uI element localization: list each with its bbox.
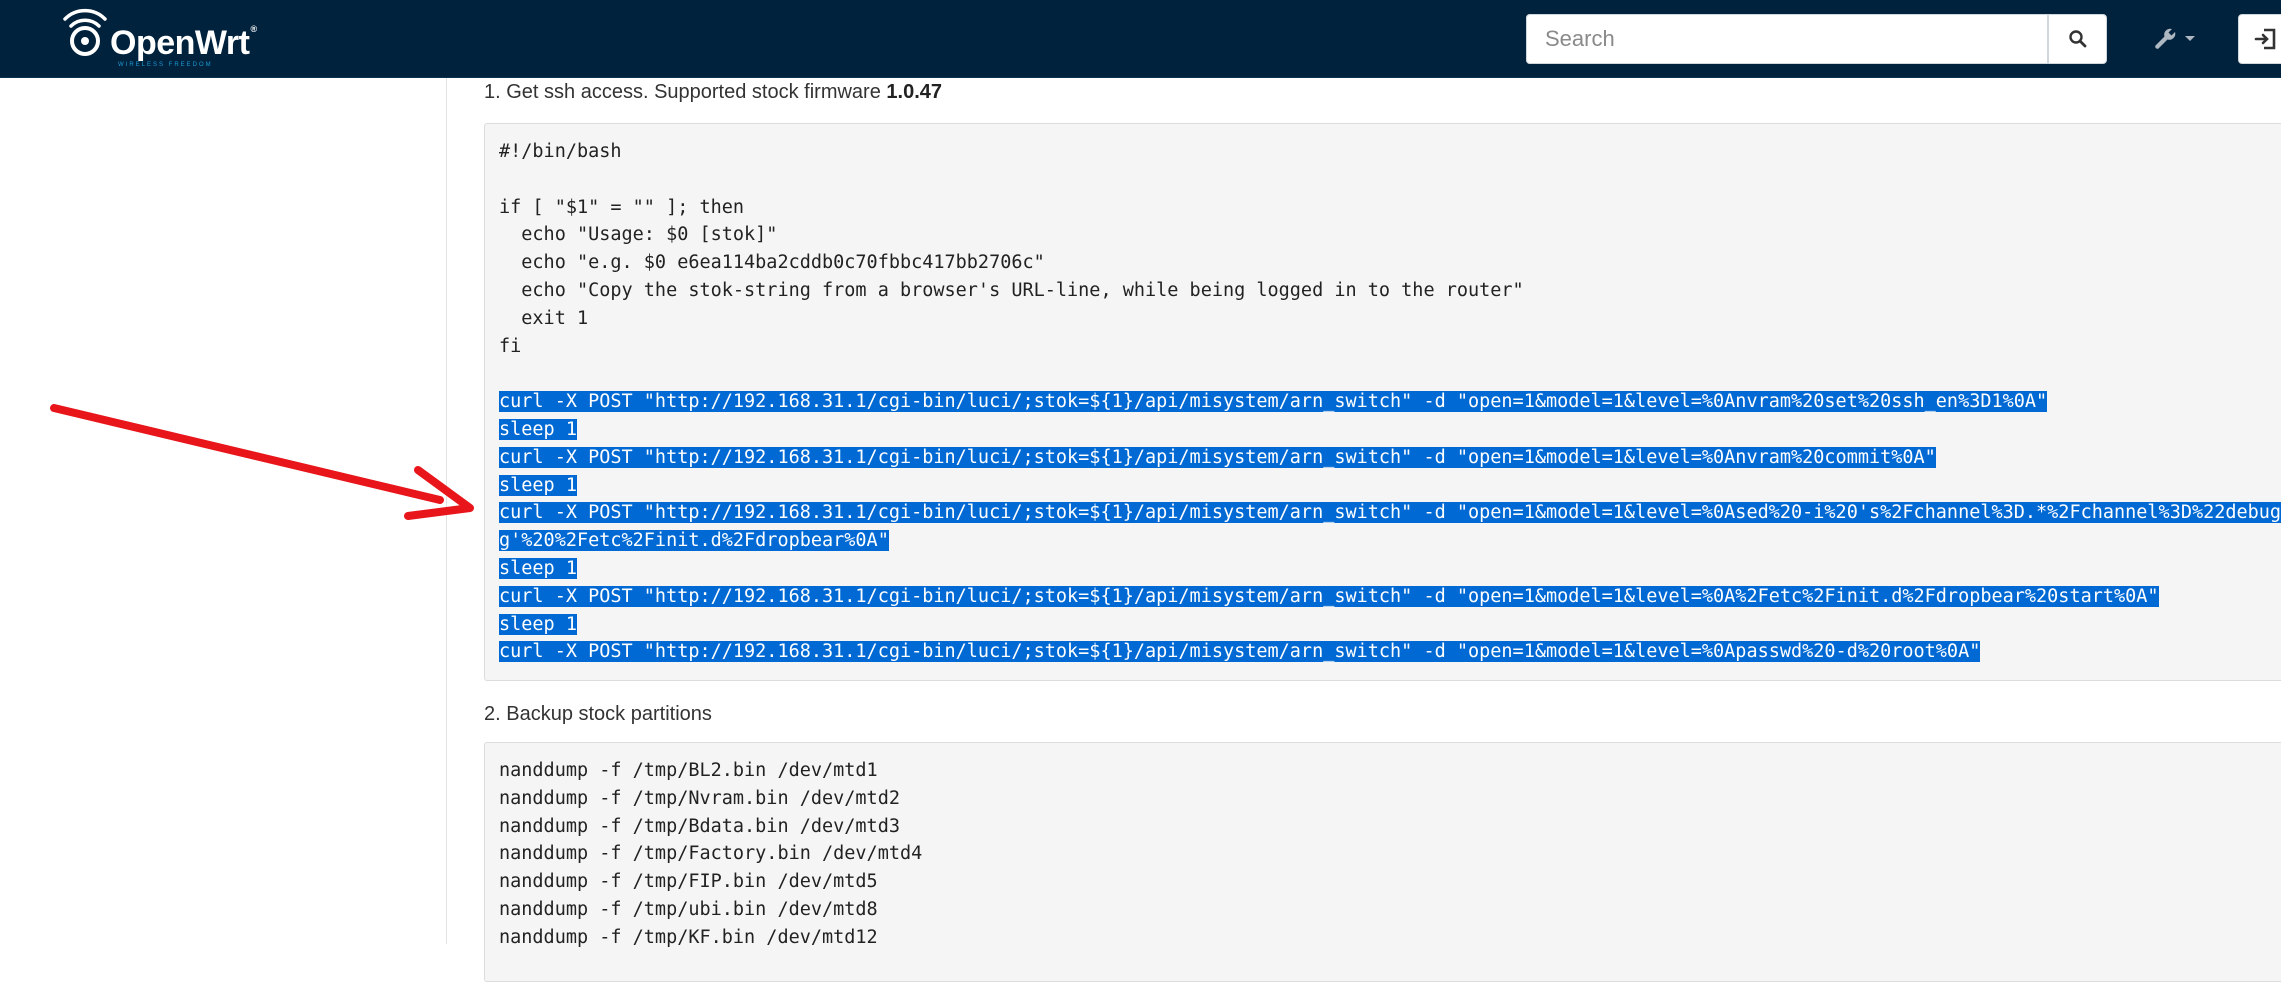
- code-line-text: #!/bin/bash: [499, 141, 622, 162]
- search-icon: [2068, 30, 2086, 48]
- code-line: curl -X POST "http://192.168.31.1/cgi-bi…: [499, 499, 2281, 527]
- firmware-version: 1.0.47: [886, 81, 942, 103]
- step-2-heading: 2. Backup stock partitions: [484, 703, 712, 725]
- code-line: echo "Usage: $0 [stok]": [499, 221, 2281, 249]
- code-line-text: curl -X POST "http://192.168.31.1/cgi-bi…: [499, 585, 2159, 607]
- search-input[interactable]: [1526, 14, 2048, 64]
- red-annotation-arrow-icon: [50, 404, 474, 520]
- brand-name: OpenWrt®: [110, 24, 257, 62]
- code-line-text: sleep 1: [499, 613, 577, 635]
- step-1-heading: 1. Get ssh access. Supported stock firmw…: [484, 81, 942, 103]
- wifi-logo-icon: [63, 8, 107, 56]
- code-line: g'%20%2Fetc%2Finit.d%2Fdropbear%0A": [499, 527, 2281, 555]
- code-line-text: curl -X POST "http://192.168.31.1/cgi-bi…: [499, 502, 2281, 524]
- code-line-text: fi: [499, 335, 522, 357]
- wrench-icon: [2155, 28, 2176, 49]
- code-line: nanddump -f /tmp/Nvram.bin /dev/mtd2: [499, 785, 2281, 813]
- code-line-text: sleep 1: [499, 418, 577, 440]
- code-line-text: sleep 1: [499, 557, 577, 579]
- code-line: nanddump -f /tmp/KF.bin /dev/mtd12: [499, 924, 2281, 952]
- top-navbar: OpenWrt® WIRELESS FREEDOM: [0, 0, 2281, 78]
- code-line: curl -X POST "http://192.168.31.1/cgi-bi…: [499, 638, 2281, 666]
- code-line-text: if [ "$1" = "" ]; then: [499, 196, 745, 218]
- code-line: nanddump -f /tmp/Bdata.bin /dev/mtd3: [499, 813, 2281, 841]
- code-line-text: echo "e.g. $0 e6ea114ba2cddb0c70fbbc417b…: [499, 252, 1045, 274]
- code-line-text: echo "Copy the stok-string from a browse…: [499, 279, 1524, 301]
- search-button[interactable]: [2048, 14, 2107, 64]
- code-line: nanddump -f /tmp/Factory.bin /dev/mtd4: [499, 840, 2281, 868]
- code-line-text: curl -X POST "http://192.168.31.1/cgi-bi…: [499, 391, 2048, 413]
- code-line: sleep 1: [499, 555, 2281, 583]
- code-line: fi: [499, 333, 2281, 361]
- code-line-text: nanddump -f /tmp/KF.bin /dev/mtd12: [499, 926, 878, 948]
- code-line-text: sleep 1: [499, 474, 577, 496]
- code-line-text: nanddump -f /tmp/Nvram.bin /dev/mtd2: [499, 787, 900, 809]
- code-line: sleep 1: [499, 416, 2281, 444]
- code-line-text: nanddump -f /tmp/FIP.bin /dev/mtd5: [499, 871, 878, 893]
- code-line: echo "e.g. $0 e6ea114ba2cddb0c70fbbc417b…: [499, 249, 2281, 277]
- code-line: if [ "$1" = "" ]; then: [499, 194, 2281, 222]
- code-line: nanddump -f /tmp/ubi.bin /dev/mtd8: [499, 896, 2281, 924]
- code-line-text: curl -X POST "http://192.168.31.1/cgi-bi…: [499, 446, 1936, 468]
- code-line-text: nanddump -f /tmp/Factory.bin /dev/mtd4: [499, 843, 923, 865]
- code-line: sleep 1: [499, 611, 2281, 639]
- code-line: #!/bin/bash: [499, 138, 2281, 166]
- code-line: curl -X POST "http://192.168.31.1/cgi-bi…: [499, 388, 2281, 416]
- sign-in-icon: [2254, 28, 2276, 50]
- brand-tagline: WIRELESS FREEDOM: [118, 62, 213, 68]
- code-line: exit 1: [499, 305, 2281, 333]
- caret-down-icon: [2185, 36, 2195, 41]
- code-line: nanddump -f /tmp/FIP.bin /dev/mtd5: [499, 868, 2281, 896]
- code-line-text: exit 1: [499, 307, 589, 329]
- openwrt-logo[interactable]: OpenWrt® WIRELESS FREEDOM: [60, 8, 260, 68]
- code-line: curl -X POST "http://192.168.31.1/cgi-bi…: [499, 583, 2281, 611]
- code-line-text: echo "Usage: $0 [stok]": [499, 224, 778, 246]
- login-button[interactable]: [2238, 14, 2281, 64]
- code-line-text: g'%20%2Fetc%2Finit.d%2Fdropbear%0A": [499, 530, 889, 552]
- code-line: sleep 1: [499, 472, 2281, 500]
- code-line-text: nanddump -f /tmp/BL2.bin /dev/mtd1: [499, 760, 878, 781]
- tools-menu-button[interactable]: [2152, 22, 2204, 56]
- code-line: echo "Copy the stok-string from a browse…: [499, 277, 2281, 305]
- code-line-text: nanddump -f /tmp/Bdata.bin /dev/mtd3: [499, 815, 900, 837]
- code-line-text: curl -X POST "http://192.168.31.1/cgi-bi…: [499, 641, 1981, 663]
- code-line: nanddump -f /tmp/BL2.bin /dev/mtd1: [499, 757, 2281, 785]
- code-block-ssh-script[interactable]: #!/bin/bash if [ "$1" = "" ]; then echo "…: [484, 123, 2281, 681]
- code-line: curl -X POST "http://192.168.31.1/cgi-bi…: [499, 444, 2281, 472]
- search-bar: [1526, 14, 2107, 64]
- code-line-text: nanddump -f /tmp/ubi.bin /dev/mtd8: [499, 898, 878, 920]
- code-block-backup[interactable]: nanddump -f /tmp/BL2.bin /dev/mtd1 nanddu…: [484, 742, 2281, 982]
